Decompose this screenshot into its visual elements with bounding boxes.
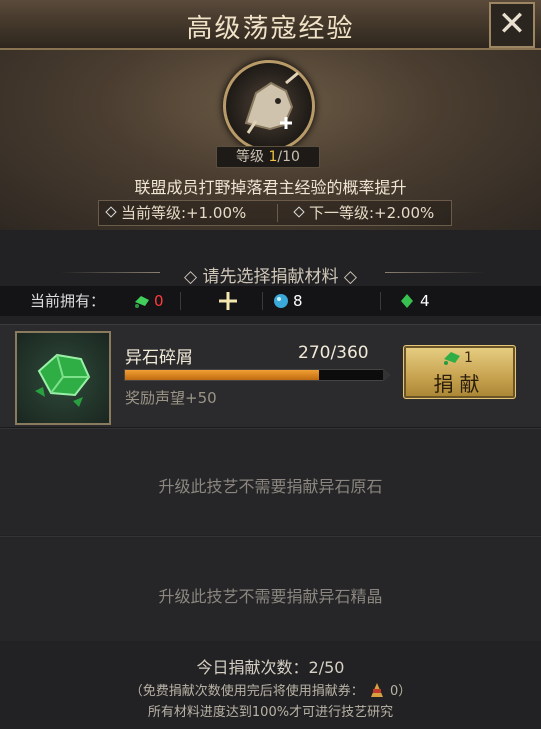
choose-title-text: 请先选择捐献材料 xyxy=(202,267,339,287)
diamond-icon xyxy=(105,206,117,218)
close-button[interactable]: ✕ xyxy=(489,2,535,48)
choose-material-title: ◇ 请先选择捐献材料 ◇ xyxy=(184,267,357,287)
current-rate: 当前等级:+1.00% xyxy=(105,201,247,225)
blue-crystal-icon xyxy=(274,294,288,308)
divider xyxy=(380,292,381,310)
current-rate-text: 当前等级:+1.00% xyxy=(121,204,247,222)
donate-label: 捐献 xyxy=(433,372,486,396)
requirement-note: 所有材料进度达到100%才可进行技艺研究 xyxy=(147,705,394,720)
next-rate: 下一等级:+2.00% xyxy=(293,201,435,225)
progress-cap xyxy=(383,368,391,382)
diamond-icon xyxy=(293,206,305,218)
level-label: 等级 xyxy=(236,149,265,165)
green-shard-icon xyxy=(444,352,460,365)
level-max: /10 xyxy=(277,149,300,165)
skill-info: 等级 1/10 联盟成员打野掉落君主经验的概率提升 当前等级:+1.00% 下一… xyxy=(0,50,541,230)
green-shard-icon xyxy=(135,296,149,308)
holdings-label: 当前拥有： xyxy=(30,292,106,310)
material-name: 异石碎屑 xyxy=(125,348,193,368)
material-progress-text: 270/360 xyxy=(298,343,369,363)
divider xyxy=(277,204,278,222)
holding-value-crystal: 8 xyxy=(293,292,303,310)
not-required-message: 升级此技艺不需要捐献异石精晶 xyxy=(158,587,383,606)
donation-panel: 高级荡寇经验 ✕ 等级 1/10 联盟成员打野掉落君主经验的概率提升 当前等级:… xyxy=(0,0,541,729)
plus-icon[interactable] xyxy=(218,291,238,311)
progress-fill xyxy=(125,370,319,380)
green-gem-icon xyxy=(401,294,413,308)
holding-value-shard: 0 xyxy=(154,292,164,310)
material-row: 升级此技艺不需要捐献异石原石 xyxy=(0,428,541,535)
skill-description: 联盟成员打野掉落君主经验的概率提升 xyxy=(134,178,407,197)
ticket-note: （免费捐献次数使用完后将使用捐献券： 0） xyxy=(0,680,541,699)
divider xyxy=(262,292,263,310)
material-row: 升级此技艺不需要捐献异石精晶 xyxy=(0,536,541,641)
ticket-note-end: ） xyxy=(398,684,412,699)
title-bar: 高级荡寇经验 ✕ xyxy=(0,0,541,50)
skill-emblem-icon xyxy=(223,60,315,152)
close-icon: ✕ xyxy=(497,4,527,44)
holding-value-gem: 4 xyxy=(420,292,430,310)
donation-ticket-icon xyxy=(370,683,383,697)
next-rate-text: 下一等级:+2.00% xyxy=(309,204,435,222)
donate-button[interactable]: 1 捐献 xyxy=(403,345,516,399)
material-progress-bar xyxy=(124,368,391,382)
not-required-message: 升级此技艺不需要捐献异石原石 xyxy=(158,477,383,496)
holdings-bar: 当前拥有： 0 8 4 xyxy=(0,286,541,316)
donate-count: 1 xyxy=(464,350,473,366)
daily-donation-count: 今日捐献次数：2/50 xyxy=(196,658,345,677)
green-shard-icon xyxy=(15,331,111,425)
level-badge: 等级 1/10 xyxy=(216,146,320,168)
ticket-note-text: （免费捐献次数使用完后将使用捐献券： xyxy=(129,684,364,699)
material-row[interactable]: 异石碎屑 270/360 奖励声望+50 1 捐献 xyxy=(0,324,541,428)
page-title: 高级荡寇经验 xyxy=(186,14,355,44)
rate-box: 当前等级:+1.00% 下一等级:+2.00% xyxy=(98,200,452,226)
reward-text: 奖励声望+50 xyxy=(125,389,217,407)
divider xyxy=(180,292,181,310)
